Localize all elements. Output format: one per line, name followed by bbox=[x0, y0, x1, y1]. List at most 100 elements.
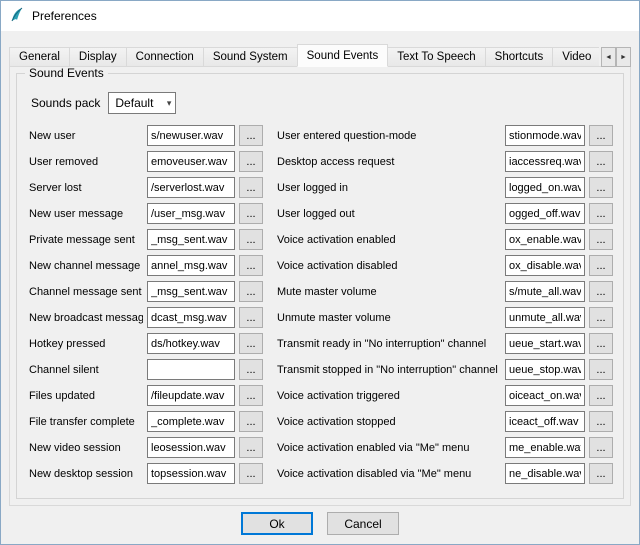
sound-file-input[interactable] bbox=[505, 385, 585, 406]
sound-file-input[interactable] bbox=[147, 411, 235, 432]
tab-bar: GeneralDisplayConnectionSound SystemSoun… bbox=[9, 44, 631, 67]
sound-event-row: Files updated... bbox=[29, 385, 263, 406]
browse-button[interactable]: ... bbox=[589, 151, 613, 172]
sound-event-label: New user bbox=[29, 130, 143, 142]
sound-event-label: Transmit ready in "No interruption" chan… bbox=[277, 338, 501, 350]
sound-event-row: New video session... bbox=[29, 437, 263, 458]
tab-shortcuts[interactable]: Shortcuts bbox=[485, 47, 554, 67]
browse-button[interactable]: ... bbox=[589, 437, 613, 458]
sound-file-input[interactable] bbox=[505, 463, 585, 484]
sound-event-label: Channel silent bbox=[29, 364, 143, 376]
sound-file-input[interactable] bbox=[147, 437, 235, 458]
sound-file-input[interactable] bbox=[505, 359, 585, 380]
sound-event-label: Voice activation disabled via "Me" menu bbox=[277, 468, 501, 480]
sound-event-row: New channel message... bbox=[29, 255, 263, 276]
sound-event-row: Unmute master volume... bbox=[277, 307, 613, 328]
sound-file-input[interactable] bbox=[505, 307, 585, 328]
sound-file-input[interactable] bbox=[505, 177, 585, 198]
sound-event-label: Channel message sent bbox=[29, 286, 143, 298]
browse-button[interactable]: ... bbox=[239, 255, 263, 276]
browse-button[interactable]: ... bbox=[589, 385, 613, 406]
sound-event-label: New video session bbox=[29, 442, 143, 454]
browse-button[interactable]: ... bbox=[239, 333, 263, 354]
browse-button[interactable]: ... bbox=[589, 125, 613, 146]
tab-scroll-right-button[interactable]: ► bbox=[616, 47, 631, 67]
browse-button[interactable]: ... bbox=[239, 437, 263, 458]
browse-button[interactable]: ... bbox=[589, 307, 613, 328]
browse-button[interactable]: ... bbox=[239, 125, 263, 146]
browse-button[interactable]: ... bbox=[589, 281, 613, 302]
app-logo-icon bbox=[9, 7, 25, 26]
sound-file-input[interactable] bbox=[147, 463, 235, 484]
sound-file-input[interactable] bbox=[505, 437, 585, 458]
tab-text-to-speech[interactable]: Text To Speech bbox=[387, 47, 485, 67]
sound-file-input[interactable] bbox=[147, 177, 235, 198]
sound-event-row: New user... bbox=[29, 125, 263, 146]
browse-button[interactable]: ... bbox=[589, 411, 613, 432]
sound-file-input[interactable] bbox=[505, 203, 585, 224]
events-column-left: New user...User removed...Server lost...… bbox=[29, 125, 263, 489]
browse-button[interactable]: ... bbox=[589, 359, 613, 380]
tab-general[interactable]: General bbox=[9, 47, 70, 67]
browse-button[interactable]: ... bbox=[589, 333, 613, 354]
sound-event-row: Channel silent... bbox=[29, 359, 263, 380]
browse-button[interactable]: ... bbox=[589, 177, 613, 198]
sound-file-input[interactable] bbox=[147, 281, 235, 302]
sound-file-input[interactable] bbox=[147, 125, 235, 146]
sound-file-input[interactable] bbox=[147, 359, 235, 380]
ok-button[interactable]: Ok bbox=[241, 512, 313, 535]
browse-button[interactable]: ... bbox=[239, 463, 263, 484]
sound-file-input[interactable] bbox=[505, 229, 585, 250]
browse-button[interactable]: ... bbox=[239, 281, 263, 302]
sound-file-input[interactable] bbox=[147, 203, 235, 224]
sound-file-input[interactable] bbox=[505, 333, 585, 354]
sound-file-input[interactable] bbox=[147, 151, 235, 172]
sound-file-input[interactable] bbox=[505, 255, 585, 276]
sound-event-row: Transmit stopped in "No interruption" ch… bbox=[277, 359, 613, 380]
browse-button[interactable]: ... bbox=[239, 203, 263, 224]
browse-button[interactable]: ... bbox=[239, 229, 263, 250]
sound-event-row: Channel message sent... bbox=[29, 281, 263, 302]
sound-event-label: New channel message bbox=[29, 260, 143, 272]
browse-button[interactable]: ... bbox=[589, 203, 613, 224]
sound-event-row: User entered question-mode... bbox=[277, 125, 613, 146]
sound-events-group: Sound Events Sounds pack Default ▾ New u… bbox=[16, 73, 624, 499]
sound-event-label: User logged out bbox=[277, 208, 501, 220]
tab-sound-system[interactable]: Sound System bbox=[203, 47, 298, 67]
sound-file-input[interactable] bbox=[147, 255, 235, 276]
sound-file-input[interactable] bbox=[505, 411, 585, 432]
tab-video[interactable]: Video bbox=[552, 47, 599, 67]
sound-event-row: Server lost... bbox=[29, 177, 263, 198]
browse-button[interactable]: ... bbox=[239, 385, 263, 406]
sound-event-label: Transmit stopped in "No interruption" ch… bbox=[277, 364, 501, 376]
titlebar: Preferences bbox=[1, 1, 639, 31]
sound-event-label: Voice activation enabled via "Me" menu bbox=[277, 442, 501, 454]
browse-button[interactable]: ... bbox=[239, 411, 263, 432]
sound-event-label: Files updated bbox=[29, 390, 143, 402]
tab-scroll-left-button[interactable]: ◄ bbox=[601, 47, 616, 67]
browse-button[interactable]: ... bbox=[239, 177, 263, 198]
sounds-pack-select[interactable]: Default ▾ bbox=[108, 92, 176, 114]
sound-file-input[interactable] bbox=[505, 125, 585, 146]
tab-connection[interactable]: Connection bbox=[126, 47, 204, 67]
browse-button[interactable]: ... bbox=[589, 229, 613, 250]
browse-button[interactable]: ... bbox=[239, 307, 263, 328]
browse-button[interactable]: ... bbox=[239, 151, 263, 172]
sound-file-input[interactable] bbox=[147, 229, 235, 250]
sounds-pack-value: Default bbox=[115, 96, 153, 110]
cancel-button[interactable]: Cancel bbox=[327, 512, 399, 535]
sound-file-input[interactable] bbox=[147, 385, 235, 406]
sound-event-row: New desktop session... bbox=[29, 463, 263, 484]
sound-event-label: Voice activation enabled bbox=[277, 234, 501, 246]
sound-file-input[interactable] bbox=[147, 307, 235, 328]
browse-button[interactable]: ... bbox=[589, 255, 613, 276]
sound-file-input[interactable] bbox=[505, 151, 585, 172]
sound-file-input[interactable] bbox=[505, 281, 585, 302]
sound-file-input[interactable] bbox=[147, 333, 235, 354]
tab-display[interactable]: Display bbox=[69, 47, 127, 67]
dialog-footer: Ok Cancel bbox=[1, 512, 639, 535]
browse-button[interactable]: ... bbox=[239, 359, 263, 380]
tab-sound-events[interactable]: Sound Events bbox=[297, 44, 389, 67]
browse-button[interactable]: ... bbox=[589, 463, 613, 484]
group-title: Sound Events bbox=[25, 66, 108, 80]
